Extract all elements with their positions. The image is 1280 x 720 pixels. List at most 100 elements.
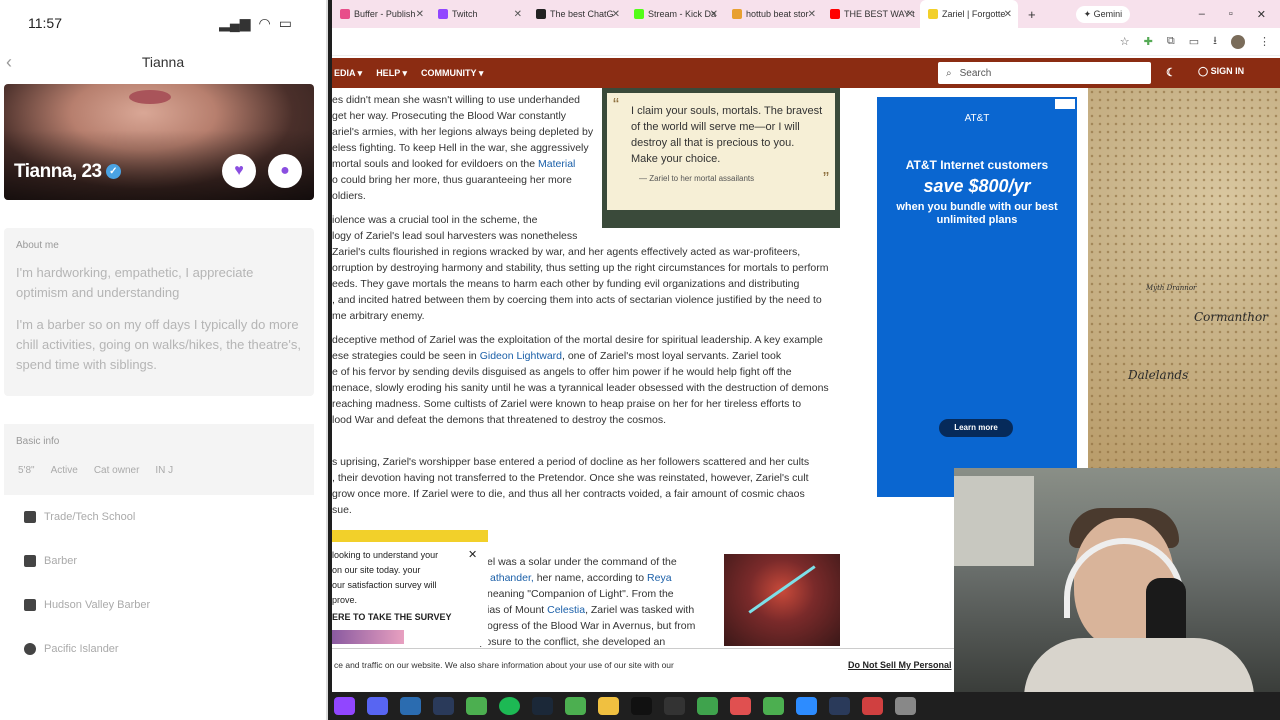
- quote-box: “ I claim your souls, mortals. The brave…: [602, 88, 840, 228]
- vscode-app-icon[interactable]: [433, 697, 454, 715]
- ad-choices-icon[interactable]: [1055, 99, 1075, 109]
- about-header: About me: [16, 240, 59, 251]
- battery-icon: ▭: [278, 14, 292, 31]
- chrome-app-icon[interactable]: [763, 697, 784, 715]
- quote-attribution: — Zariel to her mortal assailants: [639, 174, 755, 183]
- reya-link[interactable]: Reya: [647, 572, 672, 584]
- cookie-text: ce and traffic on our website. We also s…: [334, 660, 674, 670]
- puzzle-icon[interactable]: ⧉: [1167, 35, 1175, 48]
- profile-header: ‹ Tianna: [0, 46, 326, 78]
- learn-more-button[interactable]: Learn more: [939, 419, 1013, 437]
- zariel-artwork[interactable]: [724, 554, 840, 646]
- survey-link[interactable]: ERE TO TAKE THE SURVEY: [332, 610, 488, 625]
- app-icon[interactable]: [829, 697, 850, 715]
- chrome-app-icon[interactable]: [730, 697, 751, 715]
- discord-app-icon[interactable]: [367, 697, 388, 715]
- gideon-link[interactable]: Gideon Lightward: [480, 350, 562, 362]
- back-icon[interactable]: ‹: [6, 46, 12, 78]
- tab-youtube[interactable]: THE BEST WAY t ✕: [822, 0, 920, 28]
- globe-icon: [24, 643, 36, 655]
- tab-bar: Buffer - Publish ✕ Twitch ✕ The best ChatG…: [332, 0, 1280, 28]
- epic-app-icon[interactable]: [631, 697, 652, 715]
- do-not-sell-link[interactable]: Do Not Sell My Personal: [848, 660, 952, 670]
- dark-mode-icon[interactable]: ☾: [1166, 66, 1176, 79]
- status-bar: 11:57 ▂▄▆ ◠ ▭: [0, 0, 326, 46]
- toolbar: ☆ ✚ ⧉ ▭ ⭳ ⋮: [332, 28, 1280, 56]
- info-chips: 5'8" Active Cat owner IN J: [4, 453, 314, 495]
- steam-app-icon[interactable]: [532, 697, 553, 715]
- search-input[interactable]: ⌕ Search: [938, 62, 1151, 84]
- app-icon[interactable]: [400, 697, 421, 715]
- basic-info-card: Basic info 5'8" Active Cat owner IN J Tr…: [4, 424, 314, 692]
- close-icon[interactable]: ✕: [1004, 9, 1012, 20]
- chrome-app-icon[interactable]: [466, 697, 487, 715]
- avatar[interactable]: [1231, 34, 1245, 49]
- nav-community[interactable]: COMMUNITY ▾: [421, 68, 483, 79]
- chat-icon: ●: [280, 162, 290, 179]
- spotify-app-icon[interactable]: [499, 697, 520, 715]
- verified-icon: ✓: [105, 164, 121, 180]
- info-row-ethnicity: Pacific Islander: [4, 627, 314, 671]
- tab-buffer[interactable]: Buffer - Publish ✕: [332, 0, 430, 28]
- map-label-myth-drannor: Myth Drannor: [1146, 284, 1197, 292]
- sidepanel-icon[interactable]: ▭: [1189, 35, 1199, 48]
- profile-photo[interactable]: Tianna, 23 ✓ ♥ ●: [4, 84, 314, 200]
- profile-name: Tianna, 23: [14, 161, 102, 182]
- tab-twitch[interactable]: Twitch ✕: [430, 0, 528, 28]
- chrome-app-icon[interactable]: [862, 697, 883, 715]
- message-button[interactable]: ●: [268, 154, 302, 188]
- app-icon[interactable]: [796, 697, 817, 715]
- menu-icon[interactable]: ⋮: [1259, 35, 1270, 48]
- like-button[interactable]: ♥: [222, 154, 256, 188]
- extension-icon[interactable]: ✚: [1144, 35, 1153, 48]
- tab-kick[interactable]: Stream - Kick Da ✕: [626, 0, 724, 28]
- app-icon[interactable]: [697, 697, 718, 715]
- nav-encyclopedia[interactable]: EDIA ▾: [334, 68, 362, 79]
- tab-hottub[interactable]: hottub beat stor ✕: [724, 0, 822, 28]
- briefcase-icon: [24, 555, 36, 567]
- close-icon[interactable]: ✕: [468, 548, 477, 563]
- wifi-icon: ◠: [258, 14, 271, 31]
- new-tab-icon[interactable]: +: [1028, 7, 1036, 22]
- close-icon[interactable]: ✕: [612, 9, 620, 20]
- heart-icon: ♥: [234, 162, 244, 179]
- close-icon[interactable]: ✕: [416, 9, 424, 20]
- search-icon: ⌕: [946, 67, 952, 79]
- twitch-app-icon[interactable]: [334, 697, 355, 715]
- survey-popup: ✕ looking to understand your on our site…: [332, 530, 488, 646]
- info-row-education: Trade/Tech School: [4, 495, 314, 539]
- close-icon[interactable]: ✕: [808, 9, 816, 20]
- celestia-link[interactable]: Celestia: [547, 604, 585, 616]
- about-card: About me I'm hardworking, empathetic, I …: [4, 228, 314, 396]
- open-quote-icon: “: [613, 95, 619, 115]
- bookmark-star-icon[interactable]: ☆: [1120, 35, 1130, 48]
- chip-pets: Cat owner: [93, 465, 140, 476]
- material-link[interactable]: Material: [538, 158, 575, 170]
- obs-app-icon[interactable]: [664, 697, 685, 715]
- close-window-icon[interactable]: ✕: [1257, 8, 1266, 21]
- chip-activity: Active: [50, 465, 78, 476]
- lathander-link[interactable]: athander,: [490, 572, 534, 584]
- about-text-1: I'm hardworking, empathetic, I appreciat…: [16, 265, 254, 300]
- folder-app-icon[interactable]: [598, 697, 619, 715]
- close-icon[interactable]: ✕: [710, 9, 718, 20]
- close-icon[interactable]: ✕: [906, 9, 914, 20]
- site-nav: EDIA ▾ HELP ▾ COMMUNITY ▾ ⌕ Search ☾ ◯ SI…: [332, 58, 1280, 88]
- clock: 11:57: [28, 15, 62, 31]
- download-icon[interactable]: ⭳: [1213, 32, 1217, 51]
- att-ad[interactable]: AT&T AT&T Internet customers save $800/y…: [877, 97, 1077, 497]
- sign-in-button[interactable]: ◯ SIGN IN: [1198, 66, 1244, 77]
- minimize-icon[interactable]: –: [1199, 8, 1205, 21]
- chrome-app-icon[interactable]: [565, 697, 586, 715]
- tab-chatgpt[interactable]: The best ChatG ✕: [528, 0, 626, 28]
- info-row-job: Barber: [4, 539, 314, 583]
- chip-more: IN J: [155, 465, 174, 476]
- maximize-icon[interactable]: ▫: [1229, 8, 1233, 21]
- att-logo: AT&T: [964, 113, 990, 124]
- close-icon[interactable]: ✕: [514, 9, 522, 20]
- nav-help[interactable]: HELP ▾: [376, 68, 407, 79]
- gemini-button[interactable]: ✦ Gemini: [1075, 5, 1131, 23]
- close-quote-icon: ”: [823, 169, 829, 189]
- app-icon[interactable]: [895, 697, 916, 715]
- tab-zariel[interactable]: Zariel | Forgotte ✕: [920, 0, 1018, 28]
